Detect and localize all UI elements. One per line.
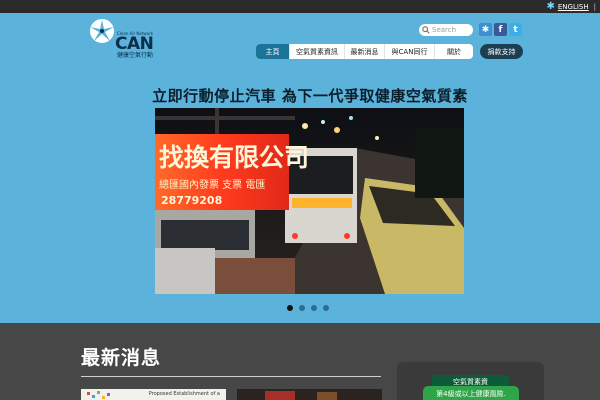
slide-dot-1[interactable] — [287, 305, 293, 311]
thumb-light — [265, 391, 295, 400]
language-switcher: ✱ ENGLISH | — [546, 1, 596, 12]
news-thumbnail-2[interactable] — [237, 389, 382, 400]
air-quality-status: 第4級或以上健康風險. — [423, 386, 519, 400]
nav-item-air-quality[interactable]: 空氣質素資訊 — [290, 44, 345, 59]
thumb-dot — [102, 396, 105, 399]
logo-chinese-name: 健康空氣行動 — [117, 52, 154, 59]
logo-star-icon — [90, 19, 114, 43]
slideshow-pager — [287, 305, 329, 311]
thumb-dot — [107, 393, 110, 396]
facebook-icon[interactable]: f — [494, 23, 507, 36]
thumb-dot — [97, 391, 100, 394]
can-logo[interactable]: Clean Air Network CAN 健康空氣行動 — [88, 16, 160, 60]
hero-title: 立即行動停止汽車 為下一代爭取健康空氣質素 — [152, 87, 468, 105]
thumb-dot — [87, 392, 90, 395]
thumb-light — [317, 392, 337, 400]
slide-dot-4[interactable] — [323, 305, 329, 311]
news-thumbnail-1[interactable]: Proposed Establishment of a — [81, 389, 226, 400]
donate-button[interactable]: 捐款支持 — [480, 44, 523, 59]
slide-dot-2[interactable] — [299, 305, 305, 311]
twitter-icon[interactable]: t — [509, 23, 522, 36]
sign-main-text: 找換有限公司 — [159, 143, 309, 172]
nav-item-home[interactable]: 主頁 — [256, 44, 290, 59]
search-input[interactable] — [432, 25, 472, 35]
sign-sub-text: 總匯國內發票 支票 電匯 — [159, 178, 265, 191]
top-utility-bar: ✱ ENGLISH | — [0, 0, 600, 13]
nav-item-join-can[interactable]: 與CAN同行 — [385, 44, 435, 59]
english-link[interactable]: ENGLISH — [558, 3, 589, 11]
language-separator: | — [593, 2, 596, 11]
can-star-icon: ✱ — [546, 1, 555, 12]
sign-phone-text: 28779208 — [161, 194, 222, 207]
thumb-dot — [92, 395, 95, 398]
nav-item-news[interactable]: 最新消息 — [345, 44, 385, 59]
news-thumbnail-1-caption: Proposed Establishment of a — [148, 391, 220, 397]
news-heading: 最新消息 — [81, 347, 162, 369]
can-icon[interactable]: ✱ — [479, 23, 492, 36]
search-box — [419, 24, 473, 36]
nav-item-about[interactable]: 關於 — [435, 44, 473, 59]
main-nav: 主頁 空氣質素資訊 最新消息 與CAN同行 關於 — [256, 44, 473, 59]
logo-wordmark: CAN — [115, 34, 154, 54]
traffic-photo: 找換有限公司 總匯國內發票 支票 電匯 28779208 — [155, 108, 464, 294]
search-icon — [422, 26, 430, 34]
news-divider — [81, 376, 381, 377]
slideshow-image[interactable]: 找換有限公司 總匯國內發票 支票 電匯 28779208 — [155, 108, 464, 294]
slide-dot-3[interactable] — [311, 305, 317, 311]
